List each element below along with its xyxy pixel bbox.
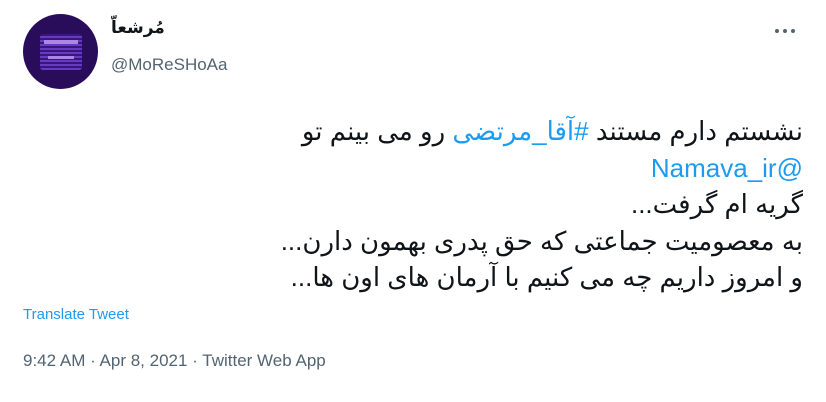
tweet-text-segment: نشستم دارم مستند (588, 116, 803, 146)
tweet-metadata: 9:42 AM · Apr 8, 2021 · Twitter Web App (23, 351, 326, 371)
more-options-icon[interactable] (775, 29, 795, 33)
tweet-line-5: و امروز داریم چه می کنیم با آرمان های او… (290, 262, 803, 292)
avatar-image (39, 33, 82, 70)
tweet-text: نشستم دارم مستند #آقا_مرتضی رو می بینم ت… (103, 113, 803, 296)
mention-link[interactable]: @Namava_ir (651, 153, 803, 183)
meta-separator: · (187, 351, 203, 370)
more-dot (783, 29, 787, 33)
meta-separator: · (85, 351, 100, 370)
avatar[interactable] (23, 14, 98, 89)
tweet-line-4: به معصومیت جماعتی که حق پدری بهمون دارن.… (280, 225, 803, 256)
tweet-time[interactable]: 9:42 AM (23, 351, 85, 370)
tweet-line-2: @Namava_ir (103, 150, 803, 187)
tweet-card: مُرشعاّ @MoReSHoAa نشستم دارم مستند #آقا… (0, 0, 826, 402)
hashtag-link[interactable]: #آقا_مرتضی (452, 116, 588, 146)
author-display-name[interactable]: مُرشعاّ (111, 18, 165, 38)
more-dot (775, 29, 779, 33)
tweet-source-app[interactable]: Twitter Web App (202, 351, 325, 370)
translate-tweet-link[interactable]: Translate Tweet (23, 306, 129, 323)
tweet-line-1: نشستم دارم مستند #آقا_مرتضی رو می بینم ت… (103, 113, 803, 150)
more-dot (791, 29, 795, 33)
tweet-text-segment: رو می بینم تو (301, 116, 453, 146)
tweet-line-3: گریه ام گرفت... (630, 189, 803, 219)
tweet-date[interactable]: Apr 8, 2021 (100, 351, 188, 370)
author-handle[interactable]: @MoReSHoAa (111, 55, 227, 75)
